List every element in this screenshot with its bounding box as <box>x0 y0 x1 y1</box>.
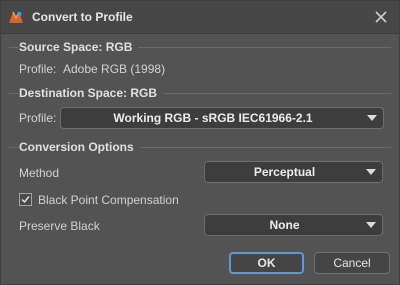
destination-space-heading: Destination Space: RGB <box>19 86 164 100</box>
preserve-black-label: Preserve Black <box>19 219 100 233</box>
app-logo-icon <box>8 9 24 25</box>
method-value: Perceptual <box>253 165 316 179</box>
destination-profile-dropdown[interactable]: Working RGB - sRGB IEC61966-2.1 <box>60 107 384 129</box>
title-bar: Convert to Profile <box>1 1 399 34</box>
destination-profile-label: Profile: <box>19 111 57 125</box>
destination-space-group: Destination Space: RGB <box>9 86 391 100</box>
black-point-compensation-checkbox[interactable] <box>19 193 32 206</box>
convert-to-profile-dialog: Convert to Profile Source Space: RGB Pro… <box>0 0 400 285</box>
dialog-title: Convert to Profile <box>32 10 133 24</box>
destination-profile-value: Working RGB - sRGB IEC61966-2.1 <box>113 111 313 125</box>
conversion-options-heading: Conversion Options <box>19 140 140 154</box>
chevron-down-icon <box>366 222 376 228</box>
source-profile-label: Profile: <box>19 62 57 76</box>
source-space-group: Source Space: RGB <box>9 40 391 54</box>
chevron-down-icon <box>366 169 376 175</box>
source-space-heading: Source Space: RGB <box>19 40 139 54</box>
method-dropdown[interactable]: Perceptual <box>204 161 383 183</box>
chevron-down-icon <box>367 115 377 121</box>
preserve-black-value: None <box>269 218 300 232</box>
ok-button[interactable]: OK <box>229 252 304 274</box>
method-label: Method <box>19 166 60 180</box>
preserve-black-dropdown[interactable]: None <box>204 214 383 236</box>
source-profile-value: Adobe RGB (1998) <box>63 62 166 76</box>
black-point-compensation-label[interactable]: Black Point Compensation <box>38 193 179 207</box>
cancel-button[interactable]: Cancel <box>314 252 390 274</box>
close-icon[interactable] <box>372 8 390 26</box>
checkmark-icon <box>21 196 30 204</box>
conversion-options-group: Conversion Options <box>9 140 391 154</box>
